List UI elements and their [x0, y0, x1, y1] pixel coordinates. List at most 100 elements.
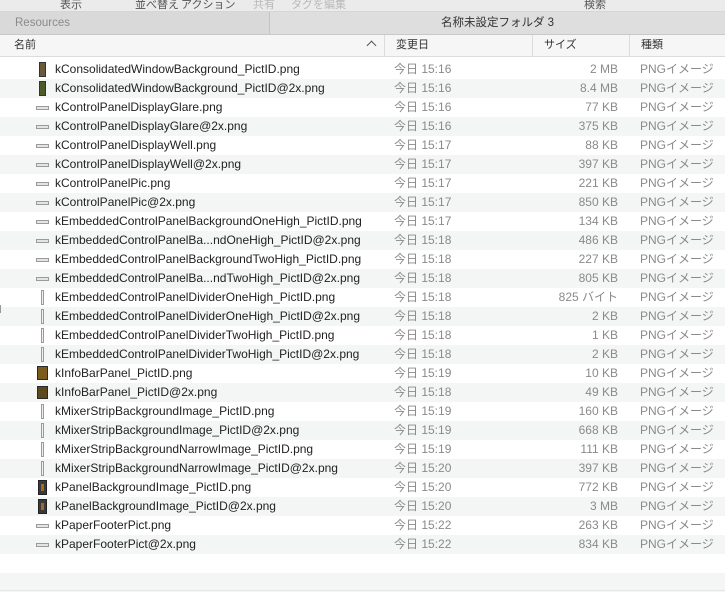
file-row[interactable]: kEmbeddedControlPanelBa...ndTwoHigh_Pict… — [0, 269, 725, 288]
edit-tags-button[interactable]: タグを編集 — [291, 0, 346, 11]
bar-image-icon — [36, 201, 49, 205]
file-date: 今日 15:18 — [394, 290, 452, 304]
file-row[interactable]: kEmbeddedControlPanelDividerOneHigh_Pict… — [0, 288, 725, 307]
share-button[interactable]: 共有 — [253, 0, 275, 11]
file-row[interactable]: kControlPanelDisplayGlare@2x.png 今日 15:16… — [0, 117, 725, 136]
file-row[interactable]: kControlPanelDisplayWell@2x.png 今日 15:17 3… — [0, 155, 725, 174]
column-size[interactable]: サイズ — [533, 35, 630, 56]
view-menu[interactable]: 表示 — [60, 0, 82, 11]
thin-image-icon — [41, 347, 44, 362]
file-size: 49 KB — [585, 385, 618, 399]
search-label[interactable]: 検索 — [584, 0, 606, 11]
file-name: kEmbeddedControlPanelBackgroundOneHigh_P… — [55, 214, 362, 228]
arrange-menu[interactable]: 並べ替え — [135, 0, 179, 11]
file-size: 227 KB — [578, 252, 618, 266]
tab-resources[interactable]: Resources — [0, 12, 270, 34]
file-kind: PNGイメージ — [640, 366, 714, 380]
file-date: 今日 15:16 — [394, 119, 452, 133]
file-size: 88 KB — [585, 138, 618, 152]
file-name: kControlPanelDisplayGlare@2x.png — [55, 119, 248, 133]
file-row[interactable]: kEmbeddedControlPanelDividerOneHigh_Pict… — [0, 307, 725, 326]
file-row[interactable]: kPaperFooterPict.png 今日 15:22 263 KB PNGイメー… — [0, 516, 725, 535]
file-date: 今日 15:20 — [394, 499, 452, 513]
file-size: 2 KB — [591, 309, 618, 323]
file-kind: PNGイメージ — [640, 290, 714, 304]
file-row[interactable]: kMixerStripBackgroundNarrowImage_PictID@… — [0, 459, 725, 478]
thin-image-icon — [41, 309, 44, 324]
file-name: kEmbeddedControlPanelBa...ndOneHigh_Pict… — [55, 233, 361, 247]
file-kind: PNGイメージ — [640, 404, 714, 418]
file-row[interactable]: kMixerStripBackgroundNarrowImage_PictID.… — [0, 440, 725, 459]
file-row[interactable]: kControlPanelPic.png 今日 15:17 221 KB PNGイメー… — [0, 174, 725, 193]
file-kind: PNGイメージ — [640, 537, 714, 551]
tall-image-icon — [39, 62, 46, 77]
bar-image-icon — [36, 239, 49, 243]
bar-image-icon — [36, 277, 49, 281]
file-name: kPanelBackgroundImage_PictID@2x.png — [55, 499, 276, 513]
file-date: 今日 15:18 — [394, 347, 452, 361]
file-kind: PNGイメージ — [640, 119, 714, 133]
file-row[interactable]: kPaperFooterPict@2x.png 今日 15:22 834 KB PNG… — [0, 535, 725, 554]
file-name: kEmbeddedControlPanelBackgroundTwoHigh_P… — [55, 252, 362, 266]
file-row[interactable]: kConsolidatedWindowBackground_PictID@2x.… — [0, 79, 725, 98]
bar-image-icon — [36, 125, 49, 129]
file-size: 397 KB — [578, 157, 618, 171]
file-row[interactable]: kMixerStripBackgroundImage_PictID.png 今日 … — [0, 402, 725, 421]
file-row[interactable]: kEmbeddedControlPanelBa...ndOneHigh_Pict… — [0, 231, 725, 250]
file-name: kMixerStripBackgroundNarrowImage_PictID.… — [55, 442, 314, 456]
file-row[interactable]: kEmbeddedControlPanelBackgroundOneHigh_P… — [0, 212, 725, 231]
file-row[interactable]: kEmbeddedControlPanelDividerTwoHigh_Pict… — [0, 326, 725, 345]
file-kind: PNGイメージ — [640, 271, 714, 285]
file-row[interactable]: kEmbeddedControlPanelBackgroundTwoHigh_P… — [0, 250, 725, 269]
bar-image-icon — [36, 163, 49, 167]
file-date: 今日 15:16 — [394, 62, 452, 76]
file-row[interactable]: kPanelBackgroundImage_PictID@2x.png 今日 15… — [0, 497, 725, 516]
square-image-icon — [37, 386, 48, 399]
file-size: 221 KB — [578, 176, 618, 190]
file-kind: PNGイメージ — [640, 138, 714, 152]
file-row[interactable]: kPanelBackgroundImage_PictID.png 今日 15:20… — [0, 478, 725, 497]
file-kind: PNGイメージ — [640, 328, 714, 342]
action-menu[interactable]: アクション — [181, 0, 235, 11]
tab-untitled-folder-3[interactable]: 名称未設定フォルダ 3 — [270, 12, 725, 34]
file-size: 263 KB — [578, 518, 618, 532]
bar-image-icon — [36, 182, 49, 186]
file-row[interactable]: kEmbeddedControlPanelDividerTwoHigh_Pict… — [0, 345, 725, 364]
file-kind: PNGイメージ — [640, 442, 714, 456]
file-size: 668 KB — [578, 423, 618, 437]
file-name: kPaperFooterPict.png — [55, 518, 172, 532]
file-name: kControlPanelPic.png — [55, 176, 171, 190]
file-date: 今日 15:18 — [394, 309, 452, 323]
file-row[interactable]: kControlPanelDisplayWell.png 今日 15:17 88 K… — [0, 136, 725, 155]
column-kind[interactable]: 種類 — [630, 35, 725, 56]
file-name: kEmbeddedControlPanelDividerTwoHigh_Pict… — [55, 328, 335, 342]
file-size: 805 KB — [578, 271, 618, 285]
file-row[interactable]: kMixerStripBackgroundImage_PictID@2x.png… — [0, 421, 725, 440]
empty-row — [0, 554, 725, 573]
file-size: 111 KB — [580, 442, 618, 456]
file-row[interactable]: kControlPanelPic@2x.png 今日 15:17 850 KB PNG… — [0, 193, 725, 212]
file-name: kConsolidatedWindowBackground_PictID@2x.… — [55, 81, 325, 95]
file-size: 10 KB — [585, 366, 618, 380]
file-name: kControlPanelDisplayGlare.png — [55, 100, 223, 114]
file-name: kPanelBackgroundImage_PictID.png — [55, 480, 252, 494]
column-date-modified[interactable]: 変更日 — [385, 35, 533, 56]
file-date: 今日 15:20 — [394, 461, 452, 475]
file-date: 今日 15:18 — [394, 385, 452, 399]
file-kind: PNGイメージ — [640, 214, 714, 228]
file-name: kPaperFooterPict@2x.png — [55, 537, 196, 551]
file-date: 今日 15:19 — [394, 366, 452, 380]
file-kind: PNGイメージ — [640, 309, 714, 323]
file-date: 今日 15:19 — [394, 442, 452, 456]
column-name[interactable]: 名前 — [0, 35, 385, 56]
file-row[interactable]: kConsolidatedWindowBackground_PictID.png… — [0, 60, 725, 79]
file-size: 486 KB — [578, 233, 618, 247]
file-row[interactable]: kInfoBarPanel_PictID.png 今日 15:19 10 KB PNG… — [0, 364, 725, 383]
file-row[interactable]: kInfoBarPanel_PictID@2x.png 今日 15:18 49 KB… — [0, 383, 725, 402]
file-date: 今日 15:18 — [394, 252, 452, 266]
sort-ascending-icon — [366, 40, 377, 51]
file-kind: PNGイメージ — [640, 252, 714, 266]
file-row[interactable]: kControlPanelDisplayGlare.png 今日 15:16 77 … — [0, 98, 725, 117]
file-size: 160 KB — [578, 404, 618, 418]
file-kind: PNGイメージ — [640, 518, 714, 532]
